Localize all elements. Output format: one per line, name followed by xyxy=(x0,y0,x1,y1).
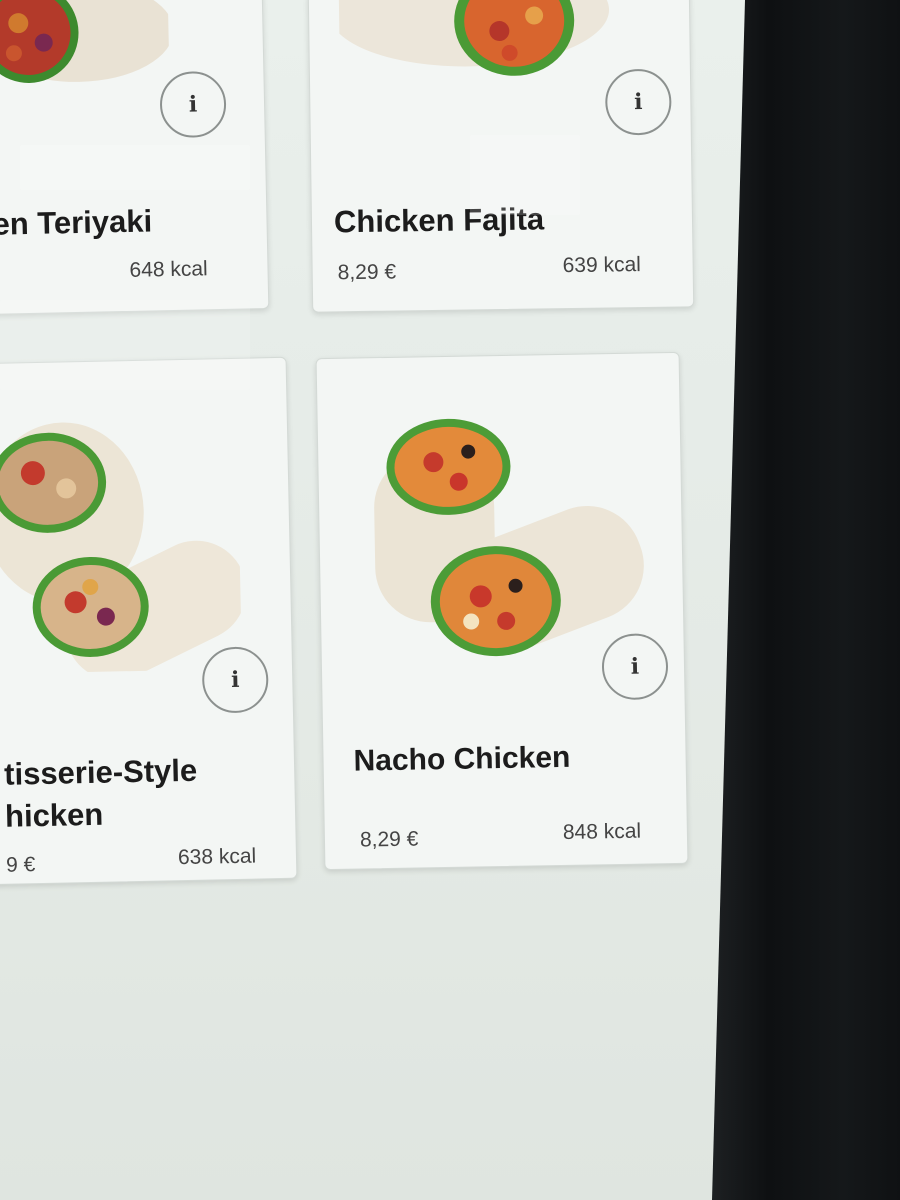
screen-glare xyxy=(470,135,580,215)
item-title-line1: tisserie-Style xyxy=(3,752,198,792)
menu-card-nacho-chicken[interactable]: i Nacho Chicken 8,29 € 848 kcal xyxy=(315,351,689,871)
wrap-image xyxy=(374,418,644,657)
item-kcal: 648 kcal xyxy=(129,257,208,282)
info-icon: i xyxy=(230,666,240,694)
item-title: en Teriyaki xyxy=(0,203,153,242)
wrap-image xyxy=(0,0,170,83)
info-icon: i xyxy=(633,89,643,116)
kiosk-bezel xyxy=(712,0,900,1200)
screen-glare xyxy=(0,300,250,390)
wrap-image xyxy=(0,422,243,675)
info-icon: i xyxy=(188,91,198,118)
item-kcal: 848 kcal xyxy=(562,819,642,844)
item-kcal: 638 kcal xyxy=(177,844,257,870)
info-button[interactable]: i xyxy=(601,633,669,701)
info-icon: i xyxy=(630,653,640,680)
info-button[interactable]: i xyxy=(159,70,227,139)
screen-glare xyxy=(20,145,250,190)
item-title-line2: hicken xyxy=(4,796,104,834)
item-price: 9 € xyxy=(5,853,36,877)
item-price: 8,29 € xyxy=(337,260,397,285)
wrap-image xyxy=(338,0,610,76)
kiosk-screen: i en Teriyaki 648 kcal i Chicken Fajita … xyxy=(0,0,745,1200)
info-button[interactable]: i xyxy=(604,68,672,136)
menu-card-rotisserie-chicken[interactable]: i tisserie-Style hicken 9 € 638 kcal xyxy=(0,356,298,886)
item-kcal: 639 kcal xyxy=(562,253,641,278)
item-title: Nacho Chicken xyxy=(353,740,571,778)
item-price: 8,29 € xyxy=(359,827,419,852)
info-button[interactable]: i xyxy=(201,646,269,714)
